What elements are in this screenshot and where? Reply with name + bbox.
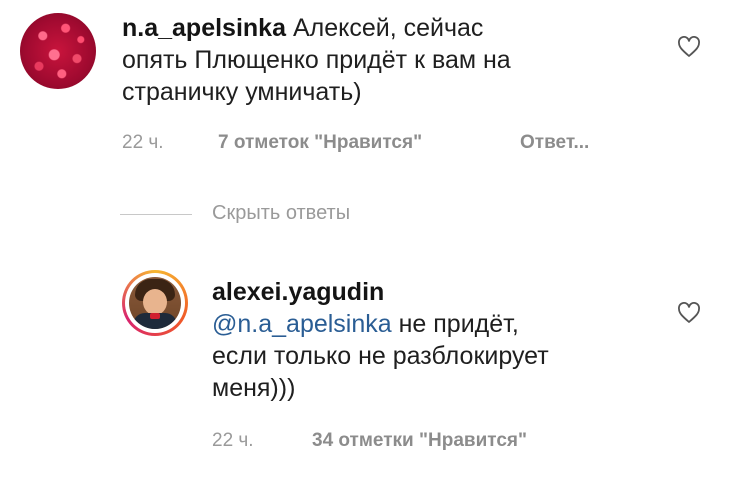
likes-count-link[interactable]: 7 отметок "Нравится" [218, 132, 422, 153]
heart-outline-icon[interactable] [677, 36, 701, 58]
mention-link[interactable]: @n.a_apelsinka [212, 310, 392, 338]
reply-text-line: если только не разблокирует [212, 342, 549, 370]
heart-outline-icon[interactable] [677, 302, 701, 324]
likes-count-link[interactable]: 34 отметки "Нравится" [312, 430, 527, 451]
reply-username[interactable]: alexei.yagudin [212, 276, 672, 308]
reply-text: не придёт, [391, 310, 519, 338]
avatar-story-ring[interactable] [122, 270, 188, 336]
comment-text-line: Алексей, сейчас [292, 14, 484, 42]
comment-text-line: опять Плющенко придёт к вам на [122, 46, 511, 74]
comment-text-line: страничку умничать) [122, 78, 362, 106]
comment-time: 22 ч. [122, 132, 164, 153]
reply-body: alexei.yagudin @n.a_apelsinka не придёт,… [212, 276, 672, 404]
avatar [129, 277, 181, 329]
avatar[interactable] [20, 13, 96, 89]
hide-replies-link[interactable]: Скрыть ответы [212, 202, 350, 225]
comment-body: n.a_apelsinka Алексей, сейчас опять Плющ… [122, 12, 642, 108]
comment-username[interactable]: n.a_apelsinka [122, 14, 286, 42]
reply-text-line: меня))) [212, 374, 296, 402]
reply-link[interactable]: Ответ... [520, 132, 589, 153]
reply-time: 22 ч. [212, 430, 254, 451]
divider [120, 214, 192, 215]
